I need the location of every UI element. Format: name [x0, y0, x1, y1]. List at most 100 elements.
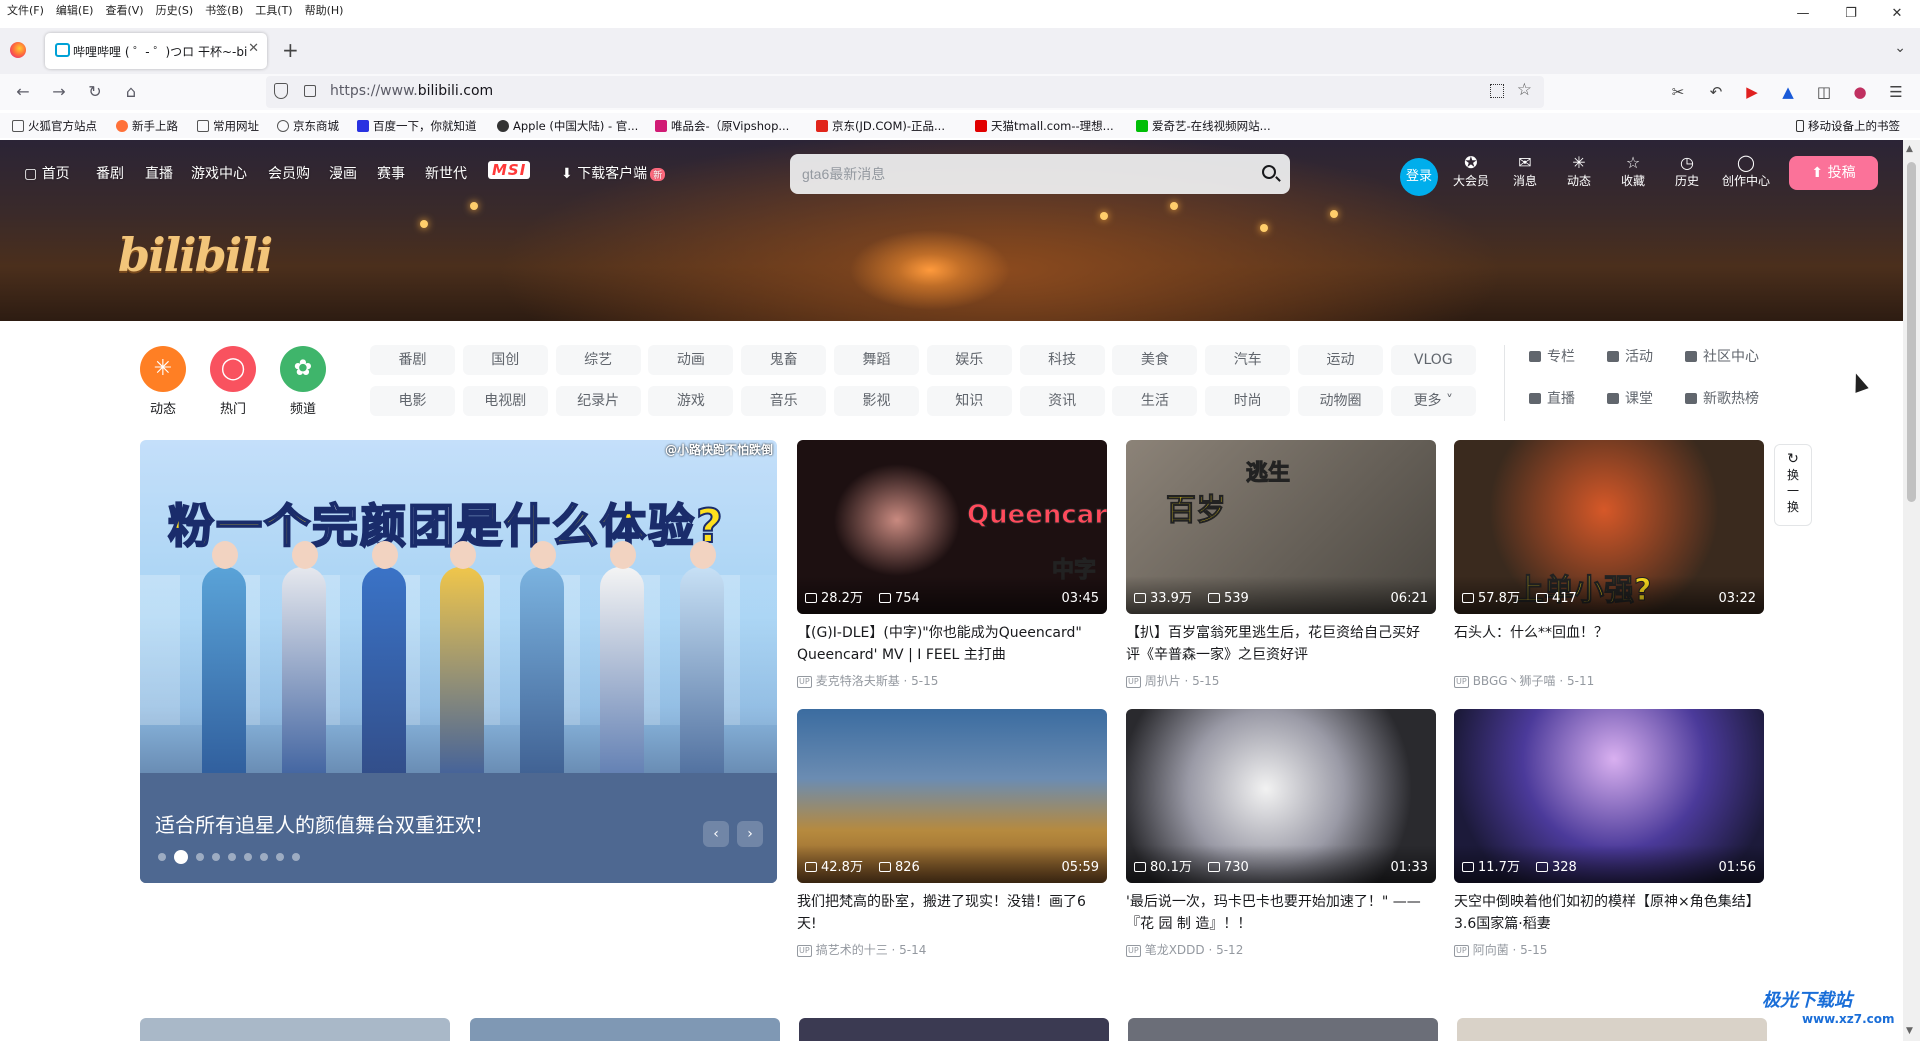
dynamics-entry[interactable]: ✳ 动态	[1555, 154, 1603, 189]
favorites-entry[interactable]: ☆ 收藏	[1609, 154, 1657, 189]
quick-link-column[interactable]: 专栏	[1529, 346, 1575, 366]
video-thumbnail[interactable]: 42.8万 826 05:59	[797, 709, 1107, 883]
hot-circle-label[interactable]: 热门	[210, 398, 256, 417]
bookmark-item[interactable]: 爱奇艺-在线视频网站...	[1136, 118, 1271, 134]
channel-pill[interactable]: 电影	[370, 386, 455, 416]
channel-pill[interactable]: 科技	[1019, 345, 1105, 375]
channel-circle-icon[interactable]: ✿	[280, 346, 326, 392]
video-thumbnail[interactable]: 80.1万 730 01:33	[1126, 709, 1436, 883]
menu-view[interactable]: 查看(V)	[99, 2, 149, 18]
carousel-dot[interactable]	[158, 853, 166, 861]
video-thumbnail[interactable]: 上单小强?57.8万41703:22	[1454, 440, 1764, 614]
nav-live[interactable]: 直播	[145, 163, 173, 183]
channel-pill[interactable]: 美食	[1112, 345, 1198, 375]
channel-pill[interactable]: 动物圈	[1298, 386, 1383, 416]
history-entry[interactable]: ◷ 历史	[1663, 154, 1711, 189]
video-extension-icon[interactable]: ▶	[1742, 83, 1762, 101]
scrollbar-thumb[interactable]	[1907, 162, 1916, 502]
account-icon[interactable]: ▲	[1778, 83, 1798, 101]
hero-carousel[interactable]: 粉一个完颜团是什么体验? @小路快跑不怕跌倒 适合所有追星人的颜值舞台双重狂欢!…	[140, 440, 777, 883]
search-icon[interactable]	[1262, 165, 1276, 179]
messages-entry[interactable]: ✉ 消息	[1501, 154, 1549, 189]
channel-pill[interactable]: 游戏	[648, 386, 734, 416]
quick-link-live[interactable]: 直播	[1529, 388, 1575, 408]
nav-anime[interactable]: 番剧	[96, 163, 124, 183]
channel-pill[interactable]: 时尚	[1205, 386, 1291, 416]
url-text[interactable]: https://www.bilibili.com	[330, 83, 493, 99]
minimize-icon[interactable]: —	[1780, 0, 1826, 28]
video-thumbnail[interactable]: 百岁 逃生 33.9万 539 06:21	[1126, 440, 1436, 614]
video-title[interactable]: 我们把梵高的卧室，搬进了现实！没错！画了6天!	[797, 891, 1097, 935]
channel-pill[interactable]: 番剧	[370, 345, 455, 375]
nav-home[interactable]: ▢ 首页	[24, 163, 70, 183]
channel-pill[interactable]: 汽车	[1205, 345, 1291, 375]
channel-pill[interactable]: 知识	[926, 386, 1012, 416]
search-input[interactable]	[802, 162, 1222, 186]
extensions-icon[interactable]: ◫	[1814, 83, 1834, 101]
video-meta[interactable]: UP 阿向菌 · 5-15	[1454, 941, 1547, 958]
channel-circle-label[interactable]: 频道	[280, 398, 326, 417]
address-bar[interactable]: https://www.bilibili.com ☆	[266, 76, 1544, 108]
app-menu-icon[interactable]: ☰	[1886, 83, 1906, 101]
channel-pill[interactable]: 国创	[462, 345, 548, 375]
nav-game-center[interactable]: 游戏中心	[191, 163, 247, 183]
bookmark-item[interactable]: 新手上路	[116, 118, 178, 134]
channel-pill[interactable]: 舞蹈	[834, 345, 919, 375]
channel-pill[interactable]: 娱乐	[926, 345, 1012, 375]
restore-icon[interactable]: ❐	[1828, 0, 1874, 28]
bookmark-item[interactable]: 京东(JD.COM)-正品...	[816, 118, 945, 134]
window-close-icon[interactable]: ✕	[1874, 0, 1920, 28]
video-meta[interactable]: UP 搞艺术的十三 · 5-14	[797, 941, 926, 958]
bookmark-item[interactable]: 火狐官方站点	[12, 118, 97, 134]
nav-new-gen[interactable]: 新世代	[425, 163, 467, 183]
download-client[interactable]: ⬇ 下载客户端新	[561, 163, 666, 183]
channel-pill[interactable]: 鬼畜	[741, 345, 827, 375]
carousel-dot[interactable]	[292, 853, 300, 861]
tab-close-icon[interactable]: ✕	[248, 41, 259, 56]
video-thumbnail[interactable]: Queencard中字28.2万75403:45	[797, 440, 1107, 614]
nav-manga[interactable]: 漫画	[329, 163, 357, 183]
screenshot-icon[interactable]: ✂	[1668, 83, 1688, 101]
video-meta[interactable]: UP 周扒片 · 5-15	[1126, 672, 1219, 689]
creator-center-entry[interactable]: ◯ 创作中心	[1718, 154, 1774, 189]
mobile-bookmarks[interactable]: 移动设备上的书签	[1796, 118, 1900, 134]
channel-pill[interactable]: 纪录片	[555, 386, 641, 416]
channel-pill[interactable]: 运动	[1298, 345, 1383, 375]
firefox-view-icon[interactable]	[10, 42, 26, 58]
lock-icon[interactable]	[304, 85, 316, 97]
channel-pill[interactable]: VLOG	[1390, 345, 1476, 375]
video-title[interactable]: 天空中倒映着他们如初的模样【原神×角色集结】3.6国家篇·稻妻	[1454, 891, 1754, 935]
refresh-button[interactable]: ↻ 换 一 换	[1774, 444, 1812, 526]
tracking-shield-icon[interactable]	[274, 83, 288, 99]
menu-bookmarks[interactable]: 书签(B)	[199, 2, 249, 18]
bookmark-star-icon[interactable]: ☆	[1517, 80, 1532, 100]
menu-history[interactable]: 历史(S)	[150, 2, 200, 18]
channel-pill[interactable]: 生活	[1112, 386, 1198, 416]
scroll-up-icon[interactable]: ▲	[1906, 144, 1913, 154]
carousel-next-button[interactable]: ›	[737, 821, 763, 847]
back-icon[interactable]: ←	[12, 82, 34, 101]
vip-entry[interactable]: ✪ 大会员	[1447, 154, 1495, 189]
tab-bilibili[interactable]: 哔哩哔哩 ( ゜- ゜)つロ 干杯~-bi ✕	[45, 33, 267, 69]
dynamics-circle-icon[interactable]: ✳	[140, 346, 186, 392]
forward-icon[interactable]: →	[48, 82, 70, 101]
bookmark-item[interactable]: 唯品会-（原Vipshop...	[655, 118, 789, 134]
video-thumbnail-peek[interactable]	[470, 1018, 780, 1041]
video-meta[interactable]: UP 笔龙XDDD · 5-12	[1126, 941, 1243, 958]
video-meta[interactable]: UP BBGG丶狮子喵 · 5-11	[1454, 672, 1594, 689]
quick-link-classroom[interactable]: 课堂	[1607, 388, 1653, 408]
nav-mall[interactable]: 会员购	[268, 163, 310, 183]
video-thumbnail-peek[interactable]	[140, 1018, 450, 1041]
reload-icon[interactable]: ↻	[84, 82, 106, 101]
bilibili-logo[interactable]: bilibili	[118, 228, 273, 282]
carousel-dot[interactable]	[228, 853, 236, 861]
video-title[interactable]: '最后说一次，玛卡巴卡也要开始加速了！" ——『花 园 制 造』！！	[1126, 891, 1426, 935]
carousel-dot[interactable]	[196, 853, 204, 861]
video-thumbnail-peek[interactable]	[799, 1018, 1109, 1041]
channel-pill[interactable]: 综艺	[555, 345, 641, 375]
bookmark-item[interactable]: 天猫tmall.com--理想...	[975, 118, 1114, 134]
list-tabs-icon[interactable]: ⌄	[1894, 40, 1906, 56]
video-thumbnail[interactable]: 11.7万 328 01:56	[1454, 709, 1764, 883]
channel-pill[interactable]: 动画	[648, 345, 734, 375]
video-title[interactable]: 【(G)I-DLE】(中字)"你也能成为Queencard" Queencard…	[797, 622, 1097, 666]
